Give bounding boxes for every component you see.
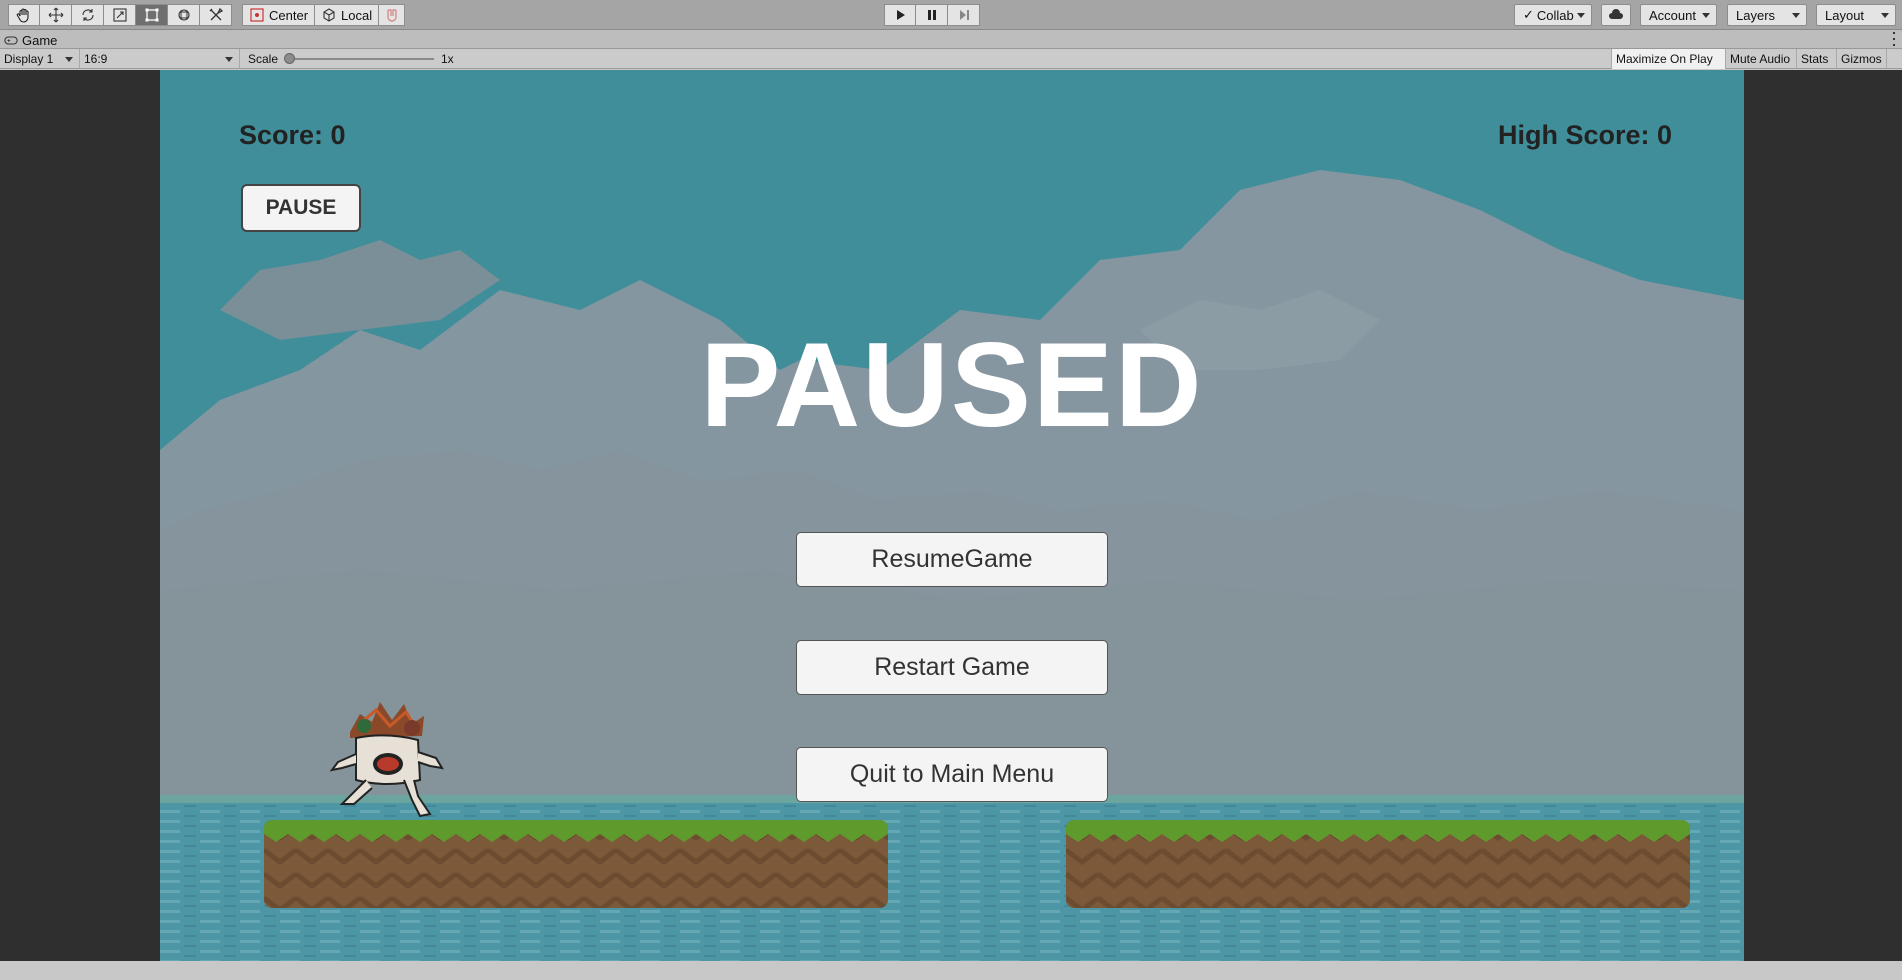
chevron-down-icon [225,57,233,62]
game-screen: Score: 0 High Score: 0 PAUSE PAUSED Resu… [160,70,1744,961]
display-dropdown[interactable]: Display 1 [0,49,80,69]
game-view: Score: 0 High Score: 0 PAUSE PAUSED Resu… [0,70,1902,961]
main-toolbar: Center Local ✓ Collab Account Layers Lay… [0,0,1902,30]
stats-toggle[interactable]: Stats [1796,49,1836,69]
aspect-dropdown[interactable]: 16:9 [80,49,240,69]
pivot-label: Center [269,7,309,23]
move-tool-icon[interactable] [40,4,72,26]
playback-controls [884,4,980,26]
collab-dropdown[interactable]: ✓ Collab [1514,4,1592,26]
rect-tool-icon[interactable] [136,4,168,26]
transform-tools [8,4,232,26]
pause-button[interactable]: PAUSE [241,184,361,232]
pivot-toggles: Center Local [242,4,406,26]
chevron-down-icon [1881,13,1889,18]
step-icon[interactable] [948,4,980,26]
tab-game[interactable]: Game [4,31,57,49]
pivot-local-button[interactable]: Local [315,4,380,26]
chevron-down-icon [65,57,73,62]
tab-label: Game [22,32,58,48]
aspect-label: 16:9 [84,52,108,66]
chevron-down-icon [1702,13,1710,18]
high-score-label: High Score: 0 [1497,120,1672,150]
chevron-down-icon [1792,13,1800,18]
pivot-icon [250,8,264,22]
quit-to-main-menu-button[interactable]: Quit to Main Menu [796,747,1108,802]
account-dropdown[interactable]: Account [1640,4,1717,26]
mute-audio-toggle[interactable]: Mute Audio [1725,49,1796,69]
pivot-center-button[interactable]: Center [242,4,316,26]
scale-slider-track[interactable] [288,58,434,60]
gizmos-label: Gizmos [1841,52,1882,66]
scale-slider-handle[interactable] [284,53,295,64]
hand-tool-icon[interactable] [8,4,40,26]
layout-dropdown[interactable]: Layout [1816,4,1896,26]
mute-label: Mute Audio [1730,52,1791,66]
paused-title: PAUSED [700,318,1204,452]
maximize-label: Maximize On Play [1616,52,1713,66]
scale-tool-icon[interactable] [104,4,136,26]
layers-label: Layers [1736,7,1776,23]
ground-platform [1066,820,1690,908]
chevron-down-icon [1577,13,1585,18]
layout-label: Layout [1825,7,1865,23]
more-options-icon[interactable] [1892,32,1896,46]
player-character [329,702,444,818]
check-icon: ✓ [1523,7,1534,22]
maximize-on-play-toggle[interactable]: Maximize On Play [1611,49,1725,69]
restart-game-button[interactable]: Restart Game [796,640,1108,695]
space-label: Local [341,7,373,23]
scale-label: Scale [248,52,279,66]
gamepad-icon [4,35,18,45]
gizmos-toggle[interactable]: Gizmos [1836,49,1886,69]
stats-label: Stats [1801,52,1829,66]
custom-tool-icon[interactable] [200,4,232,26]
collab-label: Collab [1536,7,1574,23]
display-label: Display 1 [4,52,54,66]
layers-dropdown[interactable]: Layers [1727,4,1807,26]
gizmos-dropdown[interactable] [1886,49,1902,69]
game-view-toolbar: Display 1 16:9 Scale 1x Maximize On Play… [0,49,1902,69]
play-icon[interactable] [884,4,916,26]
ground-platform [264,820,888,908]
account-label: Account [1649,7,1696,23]
score-label: Score: 0 [239,120,346,150]
cube-icon [323,8,335,22]
tab-bar: Game [0,30,1902,49]
cloud-button[interactable] [1601,4,1631,26]
snap-icon[interactable] [379,4,406,26]
rotate-tool-icon[interactable] [72,4,104,26]
resume-game-button[interactable]: ResumeGame [796,532,1108,587]
cloud-icon [1609,9,1623,19]
pause-icon[interactable] [916,4,948,26]
scale-value: 1x [441,52,454,66]
transform-tool-icon[interactable] [168,4,200,26]
